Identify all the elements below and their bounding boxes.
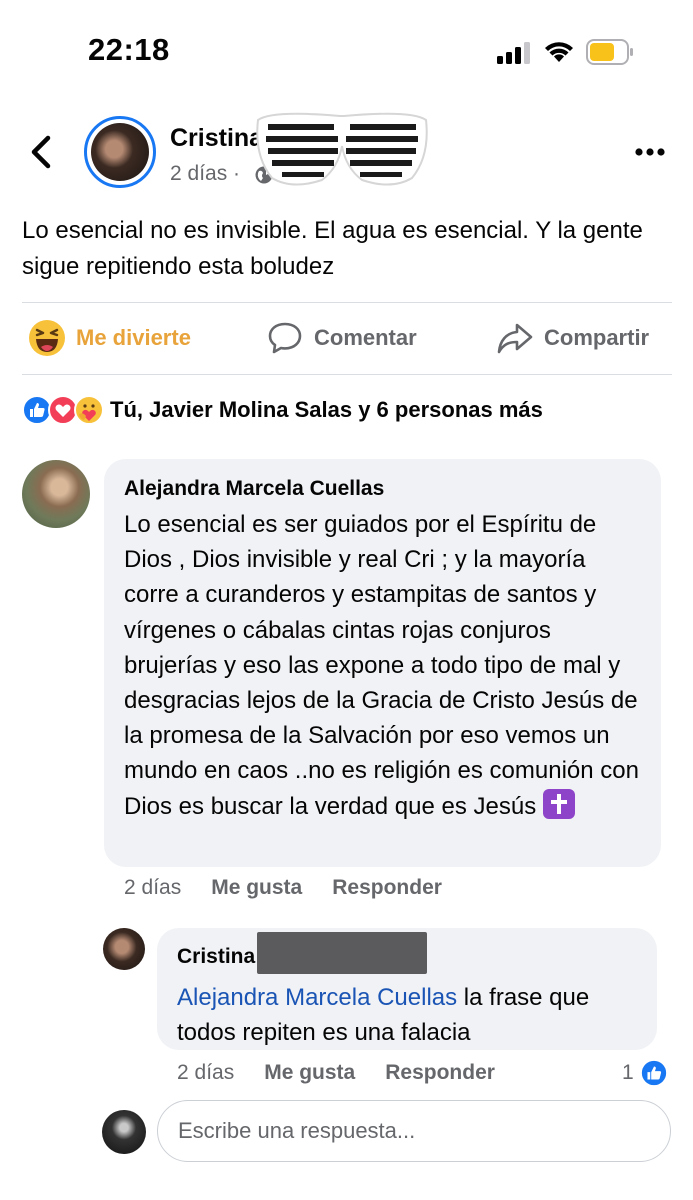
wifi-icon — [545, 42, 573, 62]
commenter-name[interactable]: Alejandra Marcela Cuellas — [124, 475, 641, 503]
reply-input[interactable] — [157, 1100, 671, 1162]
comment-button[interactable]: Comentar — [266, 318, 417, 358]
reply-time[interactable]: 2 días — [177, 1061, 234, 1085]
share-button[interactable]: Compartir — [496, 318, 649, 358]
redacted-surname — [257, 932, 428, 974]
care-reaction-icon — [74, 395, 104, 425]
latin-cross-icon — [542, 788, 575, 819]
sunglasses-sticker — [256, 112, 428, 186]
comment-time[interactable]: 2 días — [124, 876, 181, 900]
comment-text: Lo esencial es ser guiados por el Espíri… — [124, 511, 639, 820]
haha-reaction-button[interactable]: Me divierte — [28, 318, 191, 358]
comment-bubble: Alejandra Marcela Cuellas Lo esencial es… — [104, 459, 661, 867]
reply-text: Alejandra Marcela Cuellas la frase que t… — [177, 984, 590, 1047]
divider — [22, 302, 672, 303]
cellular-signal-icon — [497, 42, 530, 64]
reply-author-avatar[interactable] — [103, 928, 145, 970]
comment-label: Comentar — [314, 325, 417, 350]
share-label: Compartir — [544, 325, 650, 350]
status-time: 22:18 — [88, 32, 170, 67]
reply-meta: 2 días Me gusta Responder — [177, 1061, 525, 1085]
back-button[interactable] — [22, 130, 62, 174]
status-bar: 22:18 — [0, 0, 693, 100]
haha-icon — [29, 320, 65, 356]
post-timestamp[interactable]: 2 días · — [170, 162, 240, 186]
author-avatar[interactable] — [84, 116, 156, 188]
haha-label: Me divierte — [76, 325, 191, 350]
battery-icon — [586, 39, 633, 65]
comment-icon — [268, 322, 302, 354]
reply-like-count[interactable]: 1 — [622, 1059, 668, 1087]
commenter-avatar[interactable] — [22, 460, 90, 528]
more-options-button[interactable] — [634, 146, 666, 158]
like-reply-button[interactable]: Me gusta — [264, 1061, 355, 1085]
reply-comment-button[interactable]: Responder — [332, 876, 442, 900]
share-icon — [497, 323, 533, 354]
divider — [22, 374, 672, 375]
current-user-avatar — [102, 1110, 146, 1154]
reply-bubble: Cristina Alejandra Marcela Cuellas la fr… — [157, 928, 657, 1050]
mention-link[interactable]: Alejandra Marcela Cuellas — [177, 984, 457, 1011]
reply-reply-button[interactable]: Responder — [385, 1061, 495, 1085]
reply-author-name[interactable]: Cristina — [177, 943, 255, 971]
author-name[interactable]: Cristina — [170, 124, 263, 153]
reactions-summary[interactable]: Tú, Javier Molina Salas y 6 personas más — [22, 394, 543, 426]
post-text: Lo esencial no es invisible. El agua es … — [22, 217, 643, 280]
like-comment-button[interactable]: Me gusta — [211, 876, 302, 900]
comment-meta: 2 días Me gusta Responder — [124, 876, 472, 900]
like-reaction-icon — [639, 1059, 668, 1087]
reactions-text: Tú, Javier Molina Salas y 6 personas más — [110, 397, 543, 422]
